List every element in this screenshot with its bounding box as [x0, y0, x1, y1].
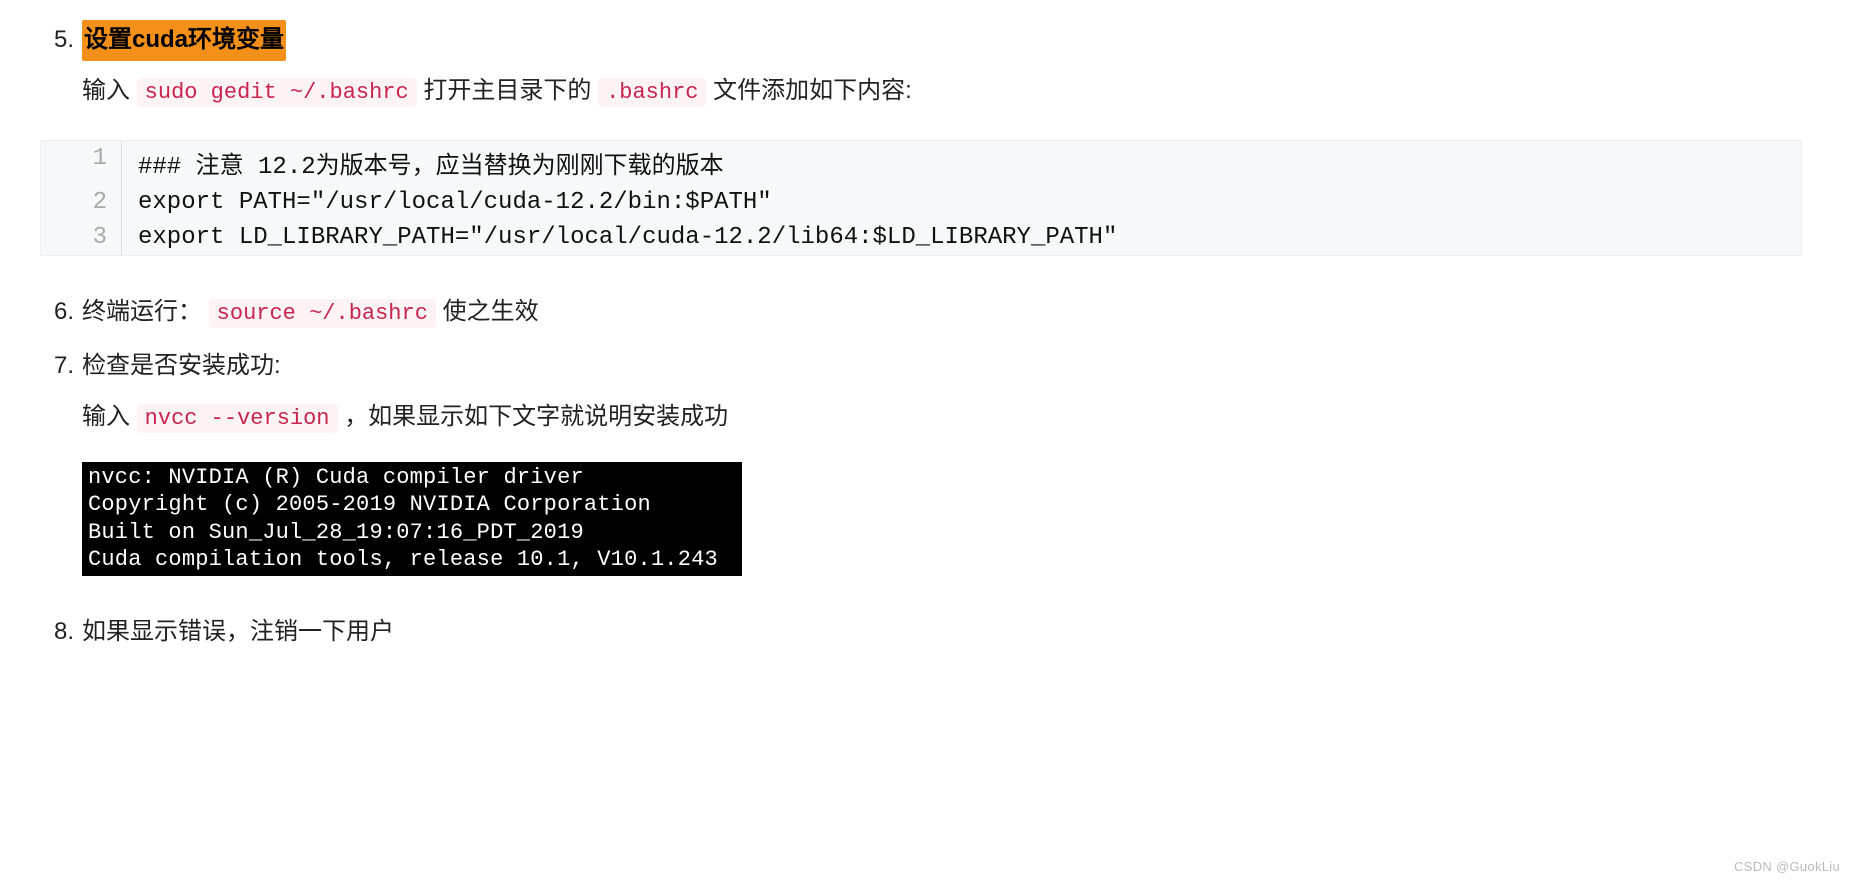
- terminal-line: Copyright (c) 2005-2019 NVIDIA Corporati…: [88, 491, 736, 519]
- step-8: 8. 如果显示错误，注销一下用户: [40, 612, 1810, 653]
- text: ，如果显示如下文字就说明安装成功: [344, 403, 728, 430]
- step-6: 6. 终端运行： source ~/.bashrc 使之生效: [40, 292, 1810, 333]
- line-number: 2: [41, 185, 122, 220]
- watermark: CSDN @GuokLiu: [1734, 859, 1840, 874]
- text: 打开主目录下的: [423, 77, 598, 104]
- step-number: 6.: [40, 292, 74, 333]
- terminal-line: Built on Sun_Jul_28_19:07:16_PDT_2019: [88, 519, 736, 547]
- inline-code: source ~/.bashrc: [209, 299, 436, 328]
- text: 输入: [82, 77, 137, 104]
- inline-code: sudo gedit ~/.bashrc: [137, 78, 417, 107]
- text: 文件添加如下内容:: [713, 77, 912, 104]
- code-block-bashrc: 1 ### 注意 12.2为版本号，应当替换为刚刚下载的版本 2 export …: [40, 140, 1802, 256]
- step-7: 7. 检查是否安装成功: 输入 nvcc --version ，如果显示如下文字…: [40, 346, 1810, 576]
- text: 终端运行：: [82, 298, 209, 325]
- text: 使之生效: [443, 298, 539, 325]
- terminal-line: nvcc: NVIDIA (R) Cuda compiler driver: [88, 464, 736, 492]
- step-7-sub: 输入 nvcc --version ，如果显示如下文字就说明安装成功: [82, 397, 1810, 438]
- ordered-steps: 5. 设置cuda环境变量 输入 sudo gedit ~/.bashrc 打开…: [40, 20, 1810, 653]
- step-number: 5.: [40, 20, 74, 61]
- code-line: export LD_LIBRARY_PATH="/usr/local/cuda-…: [122, 220, 1133, 255]
- code-line: ### 注意 12.2为版本号，应当替换为刚刚下载的版本: [122, 141, 740, 185]
- text: 输入: [82, 403, 137, 430]
- step-5-description: 输入 sudo gedit ~/.bashrc 打开主目录下的 .bashrc …: [82, 71, 1810, 112]
- step-number: 7.: [40, 346, 74, 387]
- step-8-text: 如果显示错误，注销一下用户: [82, 618, 394, 645]
- terminal-line: Cuda compilation tools, release 10.1, V1…: [88, 546, 736, 574]
- document-page: 5. 设置cuda环境变量 输入 sudo gedit ~/.bashrc 打开…: [0, 0, 1850, 880]
- step-5-title: 设置cuda环境变量: [82, 20, 286, 61]
- step-7-heading: 检查是否安装成功:: [82, 352, 281, 379]
- line-number: 3: [41, 220, 122, 255]
- step-number: 8.: [40, 612, 74, 653]
- inline-code: .bashrc: [598, 78, 706, 107]
- terminal-output: nvcc: NVIDIA (R) Cuda compiler driver Co…: [82, 462, 742, 576]
- code-line: export PATH="/usr/local/cuda-12.2/bin:$P…: [122, 185, 788, 220]
- step-5: 5. 设置cuda环境变量 输入 sudo gedit ~/.bashrc 打开…: [40, 20, 1810, 256]
- inline-code: nvcc --version: [137, 404, 338, 433]
- line-number: 1: [41, 141, 122, 185]
